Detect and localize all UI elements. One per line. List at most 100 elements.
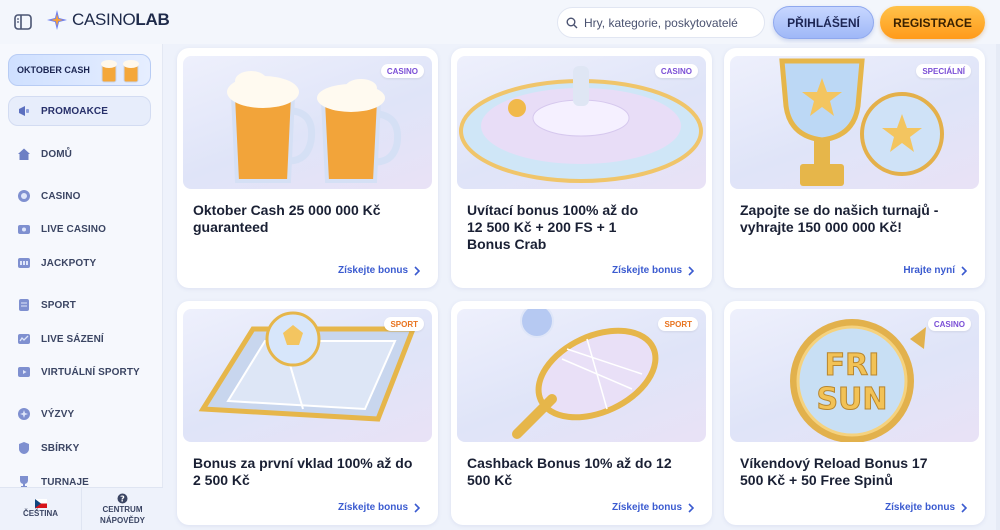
sidebar-toggle-button[interactable]	[10, 10, 36, 34]
chevron-right-icon	[414, 502, 420, 513]
get-bonus-link[interactable]: Získejte bonus	[338, 265, 420, 276]
logo-star-icon	[47, 10, 67, 30]
link-label: Získejte bonus	[337, 265, 408, 276]
top-header: CASINOLAB PŘIHLÁŠENÍ REGISTRACE	[0, 0, 1000, 44]
help-icon: ?	[117, 493, 128, 504]
sidebar-item-label: CASINO	[41, 190, 81, 202]
sidebar-item-label: TURNAJE	[41, 476, 89, 488]
sidebar-item-sport[interactable]: SPORT	[16, 296, 76, 314]
login-button[interactable]: PŘIHLÁŠENÍ	[773, 6, 874, 39]
coin-text-fri: FRI	[825, 348, 880, 383]
sidebar-item-live-sazeni[interactable]: LIVE SÁZENÍ	[16, 330, 104, 348]
sidebar-promo-oktober-cash[interactable]: OKTOBER CASH	[8, 54, 151, 86]
sport-icon	[16, 297, 32, 313]
link-label: Získejte bonus	[337, 502, 408, 513]
get-bonus-link[interactable]: Získejte bonus	[885, 502, 967, 513]
promo-card-title: Cashback Bonus 10% až do 12 500 Kč	[467, 455, 672, 488]
promo-card-title: Oktober Cash 25 000 000 Kč guaranteed	[193, 202, 381, 235]
sidebar-toggle-icon	[14, 14, 32, 30]
link-label: Získejte bonus	[611, 502, 682, 513]
sidebar-item-casino[interactable]: CASINO	[16, 187, 81, 205]
sidebar-item-live-casino[interactable]: LIVE CASINO	[16, 220, 106, 238]
link-label: Získejte bonus	[611, 265, 682, 276]
sidebar: OKTOBER CASH PROMOAKCE DOMŮ CASINO LIVE …	[0, 44, 163, 530]
language-button[interactable]: ČEŠTINA	[0, 488, 81, 530]
category-badge: SPORT	[384, 317, 424, 331]
megaphone-icon	[16, 103, 32, 119]
beer-mugs-icon	[101, 60, 139, 83]
challenge-icon	[16, 406, 32, 422]
live-icon	[16, 221, 32, 237]
play-now-link[interactable]: Hrajte nyní	[903, 265, 967, 276]
sidebar-footer: ČEŠTINA ? CENTRUM NÁPOVĚDY	[0, 487, 163, 530]
casino-lab-logo[interactable]: CASINOLAB	[46, 9, 170, 31]
coin-text-sun: SUN	[816, 382, 887, 417]
category-badge: CASINO	[380, 64, 424, 78]
sidebar-item-label: SBÍRKY	[41, 442, 80, 454]
chevron-right-icon	[414, 265, 420, 276]
promo-card-image: FRI SUN CASINO	[730, 309, 979, 442]
get-bonus-link[interactable]: Získejte bonus	[612, 502, 694, 513]
sidebar-item-virtualni-sporty[interactable]: VIRTUÁLNÍ SPORTY	[16, 363, 140, 381]
promo-card-title: Bonus za první vklad 100% až do 2 500 Kč	[193, 455, 413, 488]
promo-tile-label: OKTOBER CASH	[17, 65, 90, 75]
live-bet-icon	[16, 331, 32, 347]
get-bonus-link[interactable]: Získejte bonus	[612, 265, 694, 276]
collection-icon	[16, 440, 32, 456]
chevron-right-icon	[961, 265, 967, 276]
sidebar-item-jackpoty[interactable]: JACKPOTY	[16, 254, 96, 272]
czech-flag-icon	[34, 499, 47, 509]
help-center-label-line1: CENTRUM	[102, 504, 143, 514]
home-icon	[16, 146, 32, 162]
promo-card-oktober-cash[interactable]: CASINO Oktober Cash 25 000 000 Kč guaran…	[177, 48, 438, 288]
category-badge: CASINO	[654, 64, 698, 78]
chevron-right-icon	[688, 502, 694, 513]
promo-card-image: CASINO	[183, 56, 432, 189]
category-badge: SPORT	[658, 317, 698, 331]
sidebar-item-label: VIRTUÁLNÍ SPORTY	[41, 366, 140, 378]
promo-card-first-deposit[interactable]: SPORT Bonus za první vklad 100% až do 2 …	[177, 301, 438, 525]
logo-text: CASINOLAB	[72, 10, 170, 29]
promo-card-title: Uvítací bonus 100% až do 12 500 Kč + 200…	[467, 202, 639, 252]
promo-card-image: SPORT	[457, 309, 706, 442]
help-center-label-line2: NÁPOVĚDY	[100, 515, 145, 525]
promo-card-image: CASINO	[457, 56, 706, 189]
promo-card-weekend-reload[interactable]: FRI SUN CASINO Víkendový Reload Bonus 17…	[724, 301, 985, 525]
promo-card-welcome-bonus[interactable]: CASINO Uvítací bonus 100% až do 12 500 K…	[451, 48, 712, 288]
link-label: Hrajte nyní	[903, 265, 955, 276]
sidebar-item-vyzvy[interactable]: VÝZVY	[16, 405, 74, 423]
help-center-button[interactable]: ? CENTRUM NÁPOVĚDY	[81, 488, 163, 530]
link-label: Získejte bonus	[884, 502, 955, 513]
category-badge: SPECIÁLNÍ	[916, 64, 971, 78]
page-scrollbar[interactable]	[996, 44, 1000, 530]
sidebar-item-label: DOMŮ	[41, 148, 72, 160]
sidebar-item-label: PROMOAKCE	[41, 105, 109, 117]
promo-card-title: Zapojte se do našich turnajů - vyhrajte …	[740, 202, 939, 235]
sidebar-item-label: JACKPOTY	[41, 257, 97, 269]
promo-card-title: Víkendový Reload Bonus 17 500 Kč + 50 Fr…	[740, 455, 928, 488]
register-button[interactable]: REGISTRACE	[880, 6, 985, 39]
sidebar-item-domu[interactable]: DOMŮ	[16, 145, 72, 163]
promo-card-image: SPECIÁLNÍ	[730, 56, 979, 189]
promo-card-cashback[interactable]: SPORT Cashback Bonus 10% až do 12 500 Kč…	[451, 301, 712, 525]
sidebar-item-sbirky[interactable]: SBÍRKY	[16, 439, 79, 457]
virtual-icon	[16, 364, 32, 380]
svg-text:?: ?	[120, 494, 125, 503]
sidebar-item-label: SPORT	[41, 299, 76, 311]
chip-icon	[16, 188, 32, 204]
chevron-right-icon	[961, 502, 967, 513]
category-badge: CASINO	[927, 317, 971, 331]
language-label: ČEŠTINA	[22, 509, 59, 519]
sidebar-item-promoakce[interactable]: PROMOAKCE	[16, 102, 108, 120]
promo-card-image: SPORT	[183, 309, 432, 442]
search-bar[interactable]	[557, 7, 765, 38]
search-input[interactable]	[584, 15, 754, 30]
get-bonus-link[interactable]: Získejte bonus	[338, 502, 420, 513]
sidebar-item-label: LIVE SÁZENÍ	[41, 333, 104, 345]
sidebar-item-label: LIVE CASINO	[41, 223, 106, 235]
sidebar-item-label: VÝZVY	[41, 408, 75, 420]
jackpot-icon	[16, 255, 32, 271]
chevron-right-icon	[688, 265, 694, 276]
search-icon	[566, 17, 578, 28]
promo-card-tournaments[interactable]: SPECIÁLNÍ Zapojte se do našich turnajů -…	[724, 48, 985, 288]
